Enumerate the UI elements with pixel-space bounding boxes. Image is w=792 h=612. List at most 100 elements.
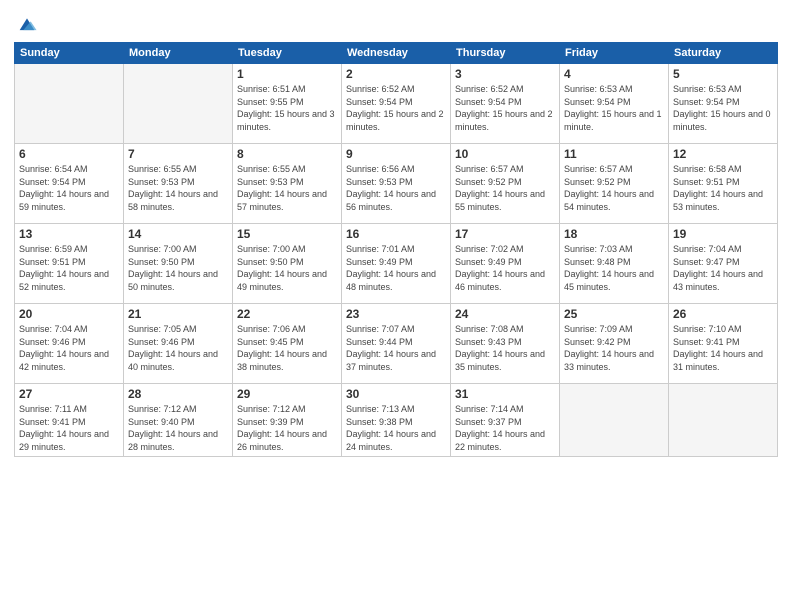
day-info: Sunrise: 7:14 AMSunset: 9:37 PMDaylight:…: [455, 403, 555, 453]
calendar-day-header: Saturday: [669, 43, 778, 64]
day-number: 20: [19, 307, 119, 321]
day-info: Sunrise: 7:06 AMSunset: 9:45 PMDaylight:…: [237, 323, 337, 373]
calendar-day-cell: 31Sunrise: 7:14 AMSunset: 9:37 PMDayligh…: [451, 384, 560, 457]
calendar-day-cell: 1 Sunrise: 6:51 AMSunset: 9:55 PMDaylight…: [233, 64, 342, 144]
calendar-day-cell: 20 Sunrise: 7:04 AMSunset: 9:46 PMDayligh…: [15, 304, 124, 384]
day-number: 13: [19, 227, 119, 241]
day-number: 27: [19, 387, 119, 401]
day-info: Sunrise: 7:04 AMSunset: 9:47 PMDaylight:…: [673, 243, 773, 293]
calendar-day-cell: 25 Sunrise: 7:09 AMSunset: 9:42 PMDayligh…: [560, 304, 669, 384]
day-info: Sunrise: 6:52 AMSunset: 9:54 PMDaylight:…: [346, 83, 446, 133]
day-info: Sunrise: 6:55 AMSunset: 9:53 PMDaylight:…: [128, 163, 228, 213]
calendar-day-cell: [669, 384, 778, 457]
calendar-day-cell: 16 Sunrise: 7:01 AMSunset: 9:49 PMDayligh…: [342, 224, 451, 304]
calendar-day-cell: [560, 384, 669, 457]
calendar-day-cell: 29Sunrise: 7:12 AMSunset: 9:39 PMDayligh…: [233, 384, 342, 457]
day-number: 7: [128, 147, 228, 161]
day-number: 25: [564, 307, 664, 321]
day-number: 22: [237, 307, 337, 321]
day-info: Sunrise: 7:03 AMSunset: 9:48 PMDaylight:…: [564, 243, 664, 293]
calendar-day-header: Tuesday: [233, 43, 342, 64]
day-info: Sunrise: 6:55 AMSunset: 9:53 PMDaylight:…: [237, 163, 337, 213]
day-info: Sunrise: 7:00 AMSunset: 9:50 PMDaylight:…: [128, 243, 228, 293]
day-number: 8: [237, 147, 337, 161]
calendar-header-row: SundayMondayTuesdayWednesdayThursdayFrid…: [15, 43, 778, 64]
day-number: 18: [564, 227, 664, 241]
day-info: Sunrise: 7:02 AMSunset: 9:49 PMDaylight:…: [455, 243, 555, 293]
day-number: 1: [237, 67, 337, 81]
calendar-day-cell: 2 Sunrise: 6:52 AMSunset: 9:54 PMDaylight…: [342, 64, 451, 144]
day-number: 19: [673, 227, 773, 241]
calendar-day-header: Monday: [124, 43, 233, 64]
day-info: Sunrise: 7:04 AMSunset: 9:46 PMDaylight:…: [19, 323, 119, 373]
calendar-day-cell: 4 Sunrise: 6:53 AMSunset: 9:54 PMDaylight…: [560, 64, 669, 144]
day-number: 10: [455, 147, 555, 161]
day-info: Sunrise: 7:00 AMSunset: 9:50 PMDaylight:…: [237, 243, 337, 293]
calendar-day-cell: [124, 64, 233, 144]
day-info: Sunrise: 7:08 AMSunset: 9:43 PMDaylight:…: [455, 323, 555, 373]
calendar-week-row: 1 Sunrise: 6:51 AMSunset: 9:55 PMDaylight…: [15, 64, 778, 144]
calendar-day-cell: 19 Sunrise: 7:04 AMSunset: 9:47 PMDayligh…: [669, 224, 778, 304]
calendar-day-cell: 28 Sunrise: 7:12 AMSunset: 9:40 PMDayligh…: [124, 384, 233, 457]
calendar-week-row: 13 Sunrise: 6:59 AMSunset: 9:51 PMDayligh…: [15, 224, 778, 304]
day-number: 15: [237, 227, 337, 241]
calendar-day-cell: 24 Sunrise: 7:08 AMSunset: 9:43 PMDayligh…: [451, 304, 560, 384]
day-info: Sunrise: 7:09 AMSunset: 9:42 PMDaylight:…: [564, 323, 664, 373]
day-number: 6: [19, 147, 119, 161]
day-info: Sunrise: 6:51 AMSunset: 9:55 PMDaylight:…: [237, 83, 337, 133]
day-number: 12: [673, 147, 773, 161]
logo: [14, 14, 38, 36]
day-info: Sunrise: 7:12 AMSunset: 9:40 PMDaylight:…: [128, 403, 228, 453]
day-info: Sunrise: 7:07 AMSunset: 9:44 PMDaylight:…: [346, 323, 446, 373]
calendar-day-cell: 23Sunrise: 7:07 AMSunset: 9:44 PMDayligh…: [342, 304, 451, 384]
calendar-day-cell: 22 Sunrise: 7:06 AMSunset: 9:45 PMDayligh…: [233, 304, 342, 384]
day-info: Sunrise: 7:05 AMSunset: 9:46 PMDaylight:…: [128, 323, 228, 373]
day-number: 24: [455, 307, 555, 321]
day-number: 16: [346, 227, 446, 241]
calendar-day-cell: 3Sunrise: 6:52 AMSunset: 9:54 PMDaylight…: [451, 64, 560, 144]
day-info: Sunrise: 6:52 AMSunset: 9:54 PMDaylight:…: [455, 83, 555, 133]
calendar-week-row: 27Sunrise: 7:11 AMSunset: 9:41 PMDayligh…: [15, 384, 778, 457]
day-info: Sunrise: 7:12 AMSunset: 9:39 PMDaylight:…: [237, 403, 337, 453]
calendar-day-cell: 21 Sunrise: 7:05 AMSunset: 9:46 PMDayligh…: [124, 304, 233, 384]
day-info: Sunrise: 7:13 AMSunset: 9:38 PMDaylight:…: [346, 403, 446, 453]
day-number: 30: [346, 387, 446, 401]
day-number: 2: [346, 67, 446, 81]
calendar-day-cell: 10Sunrise: 6:57 AMSunset: 9:52 PMDayligh…: [451, 144, 560, 224]
day-number: 28: [128, 387, 228, 401]
day-number: 9: [346, 147, 446, 161]
calendar-day-header: Thursday: [451, 43, 560, 64]
calendar-day-cell: 13 Sunrise: 6:59 AMSunset: 9:51 PMDayligh…: [15, 224, 124, 304]
calendar-day-cell: [15, 64, 124, 144]
day-number: 21: [128, 307, 228, 321]
day-info: Sunrise: 6:53 AMSunset: 9:54 PMDaylight:…: [564, 83, 664, 133]
day-number: 4: [564, 67, 664, 81]
calendar-day-cell: 11 Sunrise: 6:57 AMSunset: 9:52 PMDayligh…: [560, 144, 669, 224]
calendar-day-cell: 27Sunrise: 7:11 AMSunset: 9:41 PMDayligh…: [15, 384, 124, 457]
day-info: Sunrise: 7:10 AMSunset: 9:41 PMDaylight:…: [673, 323, 773, 373]
calendar-day-header: Sunday: [15, 43, 124, 64]
day-info: Sunrise: 6:58 AMSunset: 9:51 PMDaylight:…: [673, 163, 773, 213]
calendar-day-cell: 8 Sunrise: 6:55 AMSunset: 9:53 PMDaylight…: [233, 144, 342, 224]
calendar-day-cell: 6 Sunrise: 6:54 AMSunset: 9:54 PMDaylight…: [15, 144, 124, 224]
day-info: Sunrise: 7:01 AMSunset: 9:49 PMDaylight:…: [346, 243, 446, 293]
calendar-day-cell: 18 Sunrise: 7:03 AMSunset: 9:48 PMDayligh…: [560, 224, 669, 304]
calendar-day-cell: 30 Sunrise: 7:13 AMSunset: 9:38 PMDayligh…: [342, 384, 451, 457]
calendar-table: SundayMondayTuesdayWednesdayThursdayFrid…: [14, 42, 778, 457]
day-info: Sunrise: 6:53 AMSunset: 9:54 PMDaylight:…: [673, 83, 773, 133]
calendar-week-row: 6 Sunrise: 6:54 AMSunset: 9:54 PMDaylight…: [15, 144, 778, 224]
day-info: Sunrise: 6:56 AMSunset: 9:53 PMDaylight:…: [346, 163, 446, 213]
calendar-day-header: Wednesday: [342, 43, 451, 64]
calendar-day-cell: 9 Sunrise: 6:56 AMSunset: 9:53 PMDaylight…: [342, 144, 451, 224]
day-number: 17: [455, 227, 555, 241]
day-number: 11: [564, 147, 664, 161]
calendar-day-cell: 17 Sunrise: 7:02 AMSunset: 9:49 PMDayligh…: [451, 224, 560, 304]
calendar-day-cell: 5 Sunrise: 6:53 AMSunset: 9:54 PMDaylight…: [669, 64, 778, 144]
calendar-day-header: Friday: [560, 43, 669, 64]
day-number: 5: [673, 67, 773, 81]
day-info: Sunrise: 6:57 AMSunset: 9:52 PMDaylight:…: [564, 163, 664, 213]
day-info: Sunrise: 6:59 AMSunset: 9:51 PMDaylight:…: [19, 243, 119, 293]
page: SundayMondayTuesdayWednesdayThursdayFrid…: [0, 0, 792, 612]
day-info: Sunrise: 6:54 AMSunset: 9:54 PMDaylight:…: [19, 163, 119, 213]
calendar-day-cell: 14Sunrise: 7:00 AMSunset: 9:50 PMDayligh…: [124, 224, 233, 304]
